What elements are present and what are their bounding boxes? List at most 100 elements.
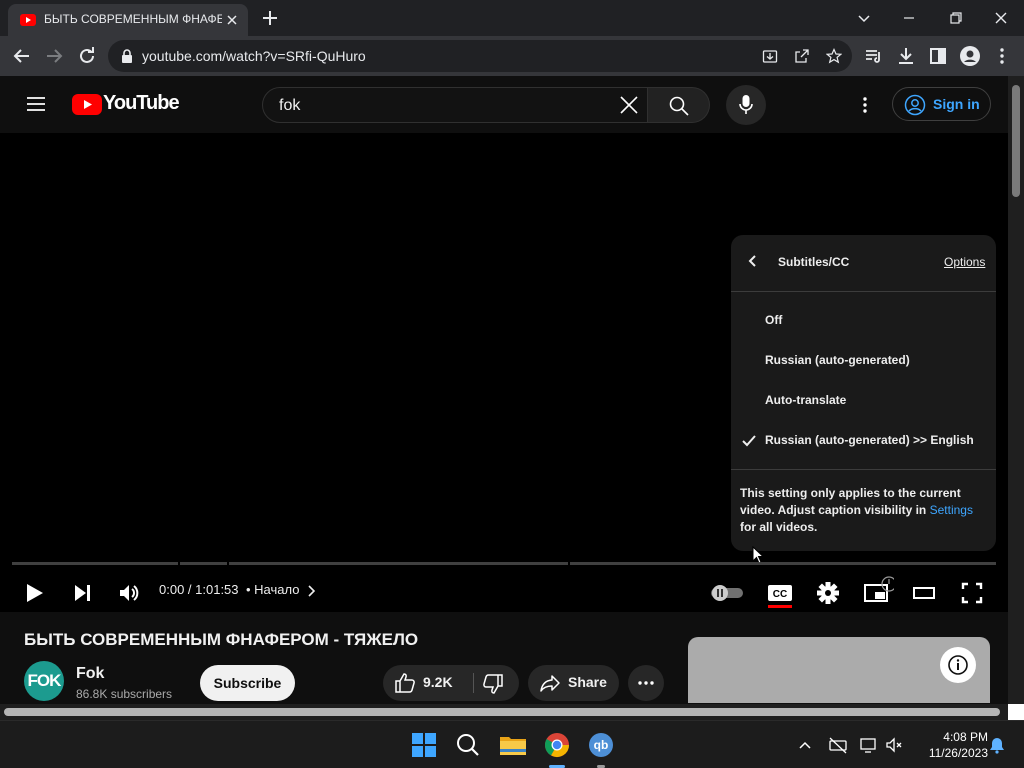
subscribe-label: Subscribe [213,675,282,691]
time-display: 0:00 / 1:01:53 [159,582,239,597]
youtube-masthead: YouTube fok Sign in [0,76,1008,133]
youtube-play-logo-icon [72,94,102,115]
windows-start-icon[interactable] [406,727,442,763]
file-explorer-icon[interactable] [495,727,531,763]
scrollbar-corner [1008,704,1024,720]
downloads-icon[interactable] [894,44,918,68]
caption-note-tail: for all videos. [740,520,818,534]
channel-name[interactable]: Fok [76,665,104,683]
like-count[interactable]: 9.2K [423,674,453,690]
horizontal-scroll-thumb[interactable] [4,708,1000,716]
volume-muted-icon[interactable] [884,735,904,755]
back-arrow-icon[interactable] [10,44,34,68]
subscriber-count: 86.8K subscribers [76,687,173,701]
dislike-thumb-icon[interactable] [482,673,504,695]
lock-icon[interactable] [120,48,134,64]
reload-icon[interactable] [75,44,99,68]
share-page-icon[interactable] [794,48,810,64]
youtube-logo-text: YouTube [103,92,180,114]
caption-option-auto-translate[interactable]: Auto-translate [765,393,846,407]
svg-text:qb: qb [594,738,609,752]
seek-bar[interactable] [12,562,996,565]
browser-tab-active[interactable]: БЫТЬ СОВРЕМЕННЫМ ФНАФЕРОМ - ТЯЖЕЛО [8,4,248,36]
channel-avatar[interactable]: FOK [24,661,64,701]
clock-date: 11/26/2023 [928,746,988,760]
settings-gear-icon[interactable] [810,575,846,611]
taskbar-search-icon[interactable] [450,727,486,763]
new-tab-plus-icon[interactable] [258,6,282,30]
close-tab-icon[interactable] [224,12,240,28]
caption-note: This setting only applies to the current… [740,485,986,536]
video-title: БЫТЬ СОВРЕМЕННЫМ ФНАФЕРОМ - ТЯЖЕЛО [24,630,419,649]
menu-divider [731,291,996,292]
minimize-window-icon[interactable] [897,6,921,30]
youtube-favicon-icon [20,14,36,26]
clock-time: 4:08 PM [943,730,988,744]
tab-search-chevron-icon[interactable] [852,6,876,30]
address-bar[interactable]: youtube.com/watch?v=SRfi-QuHuro [108,40,852,72]
like-thumb-icon[interactable] [394,672,416,694]
qbittorrent-icon[interactable]: qb [583,727,619,763]
miniplayer-icon[interactable] [858,575,894,611]
sign-in-label: Sign in [933,96,980,112]
subtitles-cc-icon[interactable]: CC [762,575,798,611]
share-arrow-icon [539,672,561,694]
side-panel-icon[interactable] [926,44,950,68]
browser-tab-strip: БЫТЬ СОВРЕМЕННЫМ ФНАФЕРОМ - ТЯЖЕЛО [0,0,1024,36]
like-divider [473,673,474,693]
subscribe-button[interactable]: Subscribe [200,665,295,701]
ad-info-button[interactable] [940,647,976,683]
chrome-browser-icon[interactable] [539,727,575,763]
search-button[interactable] [648,87,710,123]
caption-option-russian-auto[interactable]: Russian (auto-generated) [765,353,910,367]
system-clock[interactable]: 4:08 PM 11/26/2023 [918,729,988,761]
video-player[interactable]: Subtitles/CC Options Off Russian (auto-g… [0,133,1008,612]
vertical-scroll-thumb[interactable] [1012,85,1020,197]
restore-window-icon[interactable] [943,6,967,30]
close-window-icon[interactable] [989,6,1013,30]
caption-settings-link[interactable]: Settings [930,503,973,517]
chapter-title[interactable]: • Начало [246,582,316,597]
like-dislike-group: 9.2K [383,665,519,701]
menu-divider [731,469,996,470]
clear-search-icon[interactable] [619,95,639,115]
search-box[interactable]: fok [262,87,648,123]
sign-in-button[interactable]: Sign in [892,87,991,121]
url-text[interactable]: youtube.com/watch?v=SRfi-QuHuro [142,48,366,64]
chapter-marker [227,562,229,565]
menu-back-icon[interactable] [745,253,761,269]
forward-arrow-icon[interactable] [42,44,66,68]
tray-overflow-chevron-icon[interactable] [795,735,815,755]
bookmark-star-icon[interactable] [826,48,842,64]
media-queue-icon[interactable] [862,44,886,68]
chapter-marker [178,562,180,565]
hamburger-menu-icon[interactable] [24,92,48,116]
search-input[interactable]: fok [279,97,300,115]
browser-menu-kebab-icon[interactable] [990,44,1014,68]
theater-mode-icon[interactable] [906,575,942,611]
install-app-icon[interactable] [762,48,778,64]
subtitles-menu: Subtitles/CC Options Off Russian (auto-g… [731,235,996,551]
selected-checkmark-icon [741,434,757,448]
play-icon[interactable] [16,575,52,611]
info-icon [947,654,969,676]
caption-option-off[interactable]: Off [765,313,782,327]
profile-avatar-icon[interactable] [958,44,982,68]
browser-tab-title: БЫТЬ СОВРЕМЕННЫМ ФНАФЕРОМ - ТЯЖЕЛО [44,12,222,26]
channel-avatar-text: FOK [27,671,62,690]
display-icon[interactable] [859,735,879,755]
settings-kebab-icon[interactable] [853,93,877,117]
share-button[interactable]: Share [528,665,619,701]
autoplay-toggle[interactable] [708,575,744,611]
subtitles-options-link[interactable]: Options [944,255,985,269]
network-disconnected-icon[interactable] [828,735,848,755]
account-circle-icon [904,94,926,116]
chapter-marker [568,562,570,565]
volume-icon[interactable] [111,575,147,611]
notification-bell-icon[interactable] [987,735,1007,755]
fullscreen-icon[interactable] [954,575,990,611]
caption-option-russian-to-english[interactable]: Russian (auto-generated) >> English [765,433,974,447]
next-video-icon[interactable] [64,575,100,611]
more-actions-button[interactable] [628,665,664,701]
voice-search-button[interactable] [726,85,766,125]
